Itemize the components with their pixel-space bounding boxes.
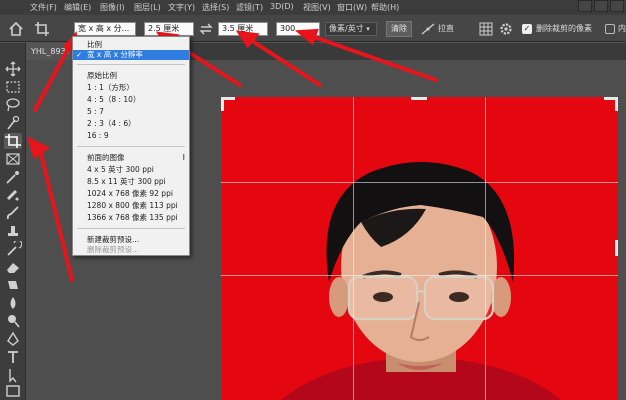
eraser-tool-icon[interactable]: [4, 259, 22, 275]
straighten-icon[interactable]: [420, 21, 436, 37]
content-aware-label: 内容: [618, 24, 626, 33]
menu-3d[interactable]: 3D(D): [270, 2, 294, 11]
overlay-grid-icon[interactable]: [478, 21, 494, 37]
dropdown-item-ratio[interactable]: 2 : 3（4 : 6）: [73, 119, 189, 129]
dropdown-item-ratio[interactable]: 1 : 1（方形）: [73, 83, 189, 93]
clone-stamp-tool-icon[interactable]: [4, 223, 22, 239]
dodge-tool-icon[interactable]: [4, 313, 22, 329]
content-aware-checkbox[interactable]: [605, 24, 615, 34]
crop-grid-line: [221, 182, 618, 183]
width-value: 2.5 厘米: [148, 24, 180, 33]
resolution-input[interactable]: 300: [276, 22, 320, 36]
menu-view[interactable]: 视图(V): [303, 2, 331, 13]
crop-handle-top-right[interactable]: [604, 97, 618, 111]
clear-button[interactable]: 清除: [386, 21, 412, 37]
menu-type[interactable]: 文字(Y): [168, 2, 195, 13]
menu-edit[interactable]: 编辑(E): [64, 2, 91, 13]
dropdown-item-front-image[interactable]: 前面的图像: [73, 153, 189, 163]
crop-handle-right-center[interactable]: [612, 240, 618, 256]
marquee-tool-icon[interactable]: [4, 79, 22, 95]
chevron-down-icon: ▾: [366, 25, 370, 33]
frame-tool-icon[interactable]: [4, 151, 22, 167]
path-selection-tool-icon[interactable]: [4, 367, 22, 383]
menu-filter[interactable]: 滤镜(T): [236, 2, 263, 13]
crop-tool-icon[interactable]: [4, 133, 22, 149]
swap-icon[interactable]: [199, 22, 213, 36]
dropdown-item-size[interactable]: 1366 x 768 像素 135 ppi: [73, 213, 189, 223]
eyedropper-tool-icon[interactable]: [4, 169, 22, 185]
menu-bar: 文件(F) 编辑(E) 图像(I) 图层(L) 文字(Y) 选择(S) 滤镜(T…: [0, 0, 626, 15]
clear-button-label: 清除: [391, 24, 407, 33]
lasso-tool-icon[interactable]: [4, 97, 22, 113]
dropdown-item-ratio[interactable]: 5 : 7: [73, 107, 189, 117]
dropdown-separator: [77, 228, 185, 229]
minimize-button[interactable]: [578, 0, 592, 12]
maximize-button[interactable]: [594, 0, 608, 12]
crop-tool-icon[interactable]: [34, 21, 50, 37]
dropdown-item-selected[interactable]: ✓ 宽 x 高 x 分辨率: [73, 50, 189, 60]
checkmark-icon: ✓: [76, 50, 83, 59]
ratio-preset-select[interactable]: 宽 x 高 x 分...: [74, 22, 136, 36]
document-tab[interactable]: YHL_8937: [26, 43, 72, 60]
type-tool-icon[interactable]: [4, 349, 22, 365]
cursor-icon: I: [182, 153, 185, 162]
pen-tool-icon[interactable]: [4, 331, 22, 347]
menu-layer[interactable]: 图层(L): [134, 2, 161, 13]
history-brush-tool-icon[interactable]: [4, 241, 22, 257]
width-input[interactable]: 2.5 厘米: [144, 22, 194, 36]
dropdown-item-ratio[interactable]: 4 : 5（8 : 10）: [73, 95, 189, 105]
dropdown-header-ratio[interactable]: 比例: [73, 40, 189, 50]
menu-file[interactable]: 文件(F): [30, 2, 57, 13]
brush-tool-icon[interactable]: [4, 205, 22, 221]
dropdown-item-delete-preset: 删除裁剪预设...: [87, 245, 140, 254]
crop-handle-top-left[interactable]: [221, 97, 235, 111]
straighten-label[interactable]: 拉直: [438, 23, 454, 34]
rectangle-tool-icon[interactable]: [4, 383, 22, 399]
delete-cropped-checkbox[interactable]: ✓: [522, 24, 532, 34]
portrait-photo: [221, 97, 618, 400]
tools-panel: [0, 43, 26, 400]
dropdown-item-selected-label: 宽 x 高 x 分辨率: [87, 50, 143, 59]
dropdown-item-size[interactable]: 1280 x 800 像素 113 ppi: [73, 201, 189, 211]
dropdown-separator: [77, 146, 185, 147]
healing-brush-tool-icon[interactable]: [4, 187, 22, 203]
home-icon[interactable]: [8, 21, 24, 37]
menu-window[interactable]: 窗口(W): [337, 2, 367, 13]
quick-select-tool-icon[interactable]: [4, 115, 22, 131]
resolution-value: 300: [280, 24, 296, 33]
dropdown-item-size[interactable]: 1024 x 768 像素 92 ppi: [73, 189, 189, 199]
dropdown-item-new-preset[interactable]: 新建裁剪预设...: [73, 235, 189, 245]
gradient-tool-icon[interactable]: [4, 277, 22, 293]
portrait-image: [281, 162, 561, 400]
menu-select[interactable]: 选择(S): [202, 2, 229, 13]
menu-help[interactable]: 帮助(H): [371, 2, 399, 13]
crop-handle-top-center[interactable]: [411, 97, 427, 103]
dropdown-separator: [77, 64, 185, 65]
gear-icon[interactable]: [498, 21, 514, 37]
crop-grid-line: [485, 97, 486, 400]
crop-grid-line: [221, 275, 618, 276]
dropdown-item-original-ratio[interactable]: 原始比例: [73, 71, 189, 81]
dropdown-item-ratio[interactable]: 16 : 9: [73, 131, 189, 141]
height-value: 3.5 厘米: [222, 24, 254, 33]
ratio-preset-value: 宽 x 高 x 分...: [78, 24, 130, 33]
dropdown-item-size[interactable]: 4 x 5 英寸 300 ppi: [73, 165, 189, 175]
close-button[interactable]: [610, 0, 624, 12]
resolution-unit-select[interactable]: 像素/英寸 ▾: [325, 22, 377, 36]
delete-cropped-label: 删除裁剪的像素: [536, 24, 592, 33]
crop-ratio-dropdown: 比例 ✓ 宽 x 高 x 分辨率 原始比例 1 : 1（方形） 4 : 5（8 …: [72, 36, 190, 256]
menu-image[interactable]: 图像(I): [100, 2, 125, 13]
move-tool-icon[interactable]: [4, 61, 22, 77]
blur-tool-icon[interactable]: [4, 295, 22, 311]
crop-grid-line: [353, 97, 354, 400]
dropdown-item-size[interactable]: 8.5 x 11 英寸 300 ppi: [73, 177, 189, 187]
height-input[interactable]: 3.5 厘米: [218, 22, 268, 36]
resolution-unit-value: 像素/英寸: [329, 24, 364, 33]
